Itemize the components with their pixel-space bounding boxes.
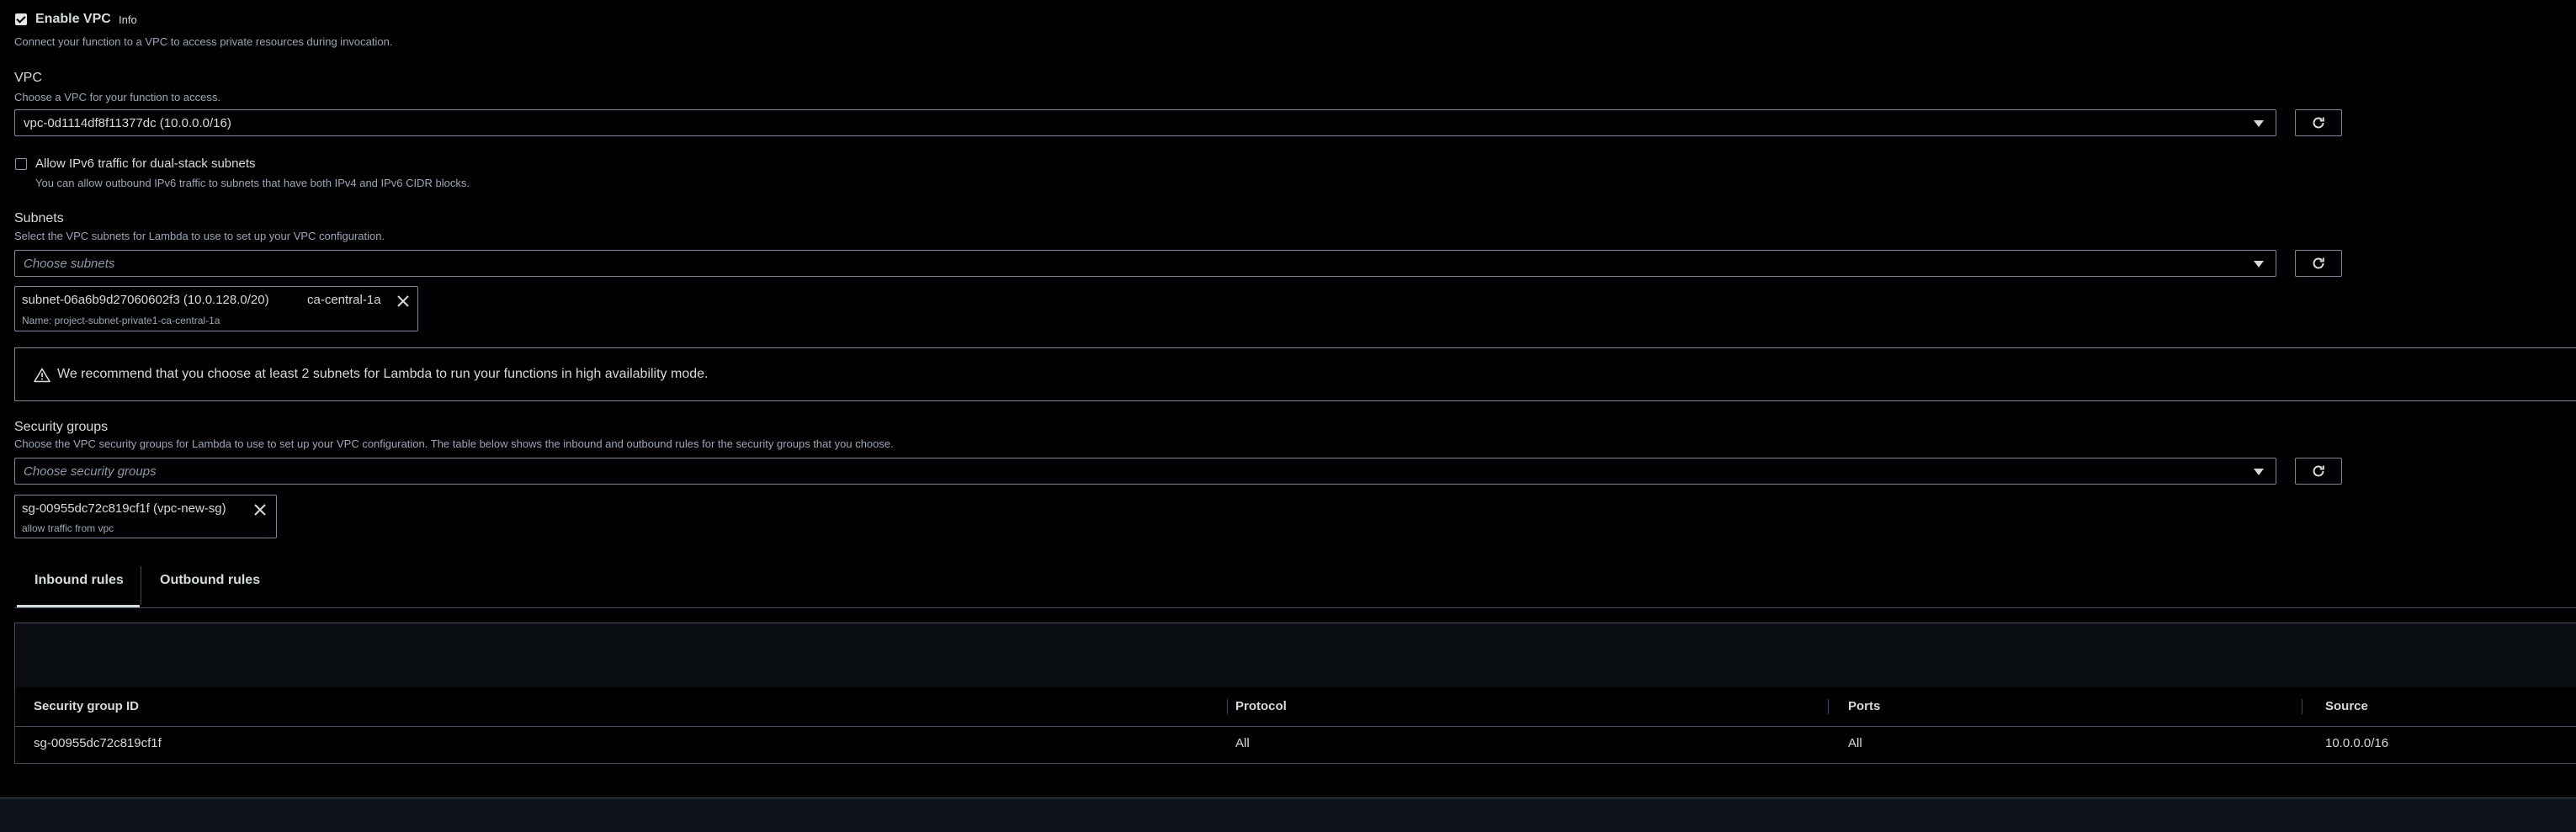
vpc-refresh-button[interactable] <box>2295 109 2342 136</box>
close-icon[interactable] <box>396 294 411 309</box>
tab-outbound-rules-label: Outbound rules <box>160 573 261 587</box>
column-header-ports[interactable]: Ports <box>1848 699 1880 713</box>
tab-inbound-rules-label: Inbound rules <box>35 573 124 587</box>
table-header-band <box>15 623 2576 687</box>
subnets-refresh-button[interactable] <box>2295 250 2342 277</box>
subnet-token-az: ca-central-1a <box>307 293 381 307</box>
subnet-token: subnet-06a6b9d27060602f3 (10.0.128.0/20)… <box>14 286 418 331</box>
refresh-icon <box>2313 257 2324 269</box>
security-groups-description: Choose the VPC security groups for Lambd… <box>14 437 894 450</box>
caret-down-icon <box>2254 469 2264 475</box>
alert-text: We recommend that you choose at least 2 … <box>57 367 709 381</box>
ipv6-checkbox[interactable] <box>15 158 27 170</box>
security-group-token: sg-00955dc72c819cf1f (vpc-new-sg) allow … <box>14 495 277 538</box>
cell-security-group-id: sg-00955dc72c819cf1f <box>34 736 162 750</box>
security-group-token-id: sg-00955dc72c819cf1f (vpc-new-sg) <box>22 501 226 516</box>
subnets-select[interactable]: Choose subnets <box>14 250 2276 277</box>
header-row-divider <box>15 726 2576 727</box>
subnet-token-id: subnet-06a6b9d27060602f3 (10.0.128.0/20) <box>22 293 269 307</box>
enable-vpc-checkbox[interactable] <box>15 13 27 25</box>
security-groups-placeholder: Choose security groups <box>24 464 157 479</box>
cell-protocol: All <box>1235 736 1250 750</box>
caret-down-icon <box>2254 120 2264 127</box>
subnet-token-name: Name: project-subnet-private1-ca-central… <box>22 315 220 326</box>
tabs-baseline <box>14 607 2576 608</box>
recommendation-alert: We recommend that you choose at least 2 … <box>14 347 2576 401</box>
caret-down-icon <box>2254 261 2264 268</box>
tab-outbound-rules[interactable]: Outbound rules <box>160 573 260 588</box>
security-groups-select[interactable]: Choose security groups <box>14 458 2276 485</box>
column-header-protocol[interactable]: Protocol <box>1235 699 1287 713</box>
cell-ports: All <box>1848 736 1862 750</box>
tab-inbound-rules[interactable]: Inbound rules <box>35 573 124 588</box>
vpc-select[interactable]: vpc-0d1114df8f11377dc (10.0.0.0/16) <box>14 109 2276 136</box>
column-header-source[interactable]: Source <box>2325 699 2368 713</box>
vpc-select-value: vpc-0d1114df8f11377dc (10.0.0.0/16) <box>24 116 231 130</box>
refresh-icon <box>2313 465 2324 477</box>
warning-icon <box>34 368 50 383</box>
cell-source: 10.0.0.0/16 <box>2325 736 2389 750</box>
enable-vpc-label: Enable VPC <box>35 12 111 26</box>
subnets-label: Subnets <box>14 211 64 225</box>
column-separator <box>1227 699 1228 714</box>
vpc-description: Choose a VPC for your function to access… <box>14 91 220 103</box>
subnets-placeholder: Choose subnets <box>24 257 115 271</box>
column-separator <box>1828 699 1829 714</box>
rules-table: Security group ID Protocol Ports Source … <box>14 623 2576 764</box>
footer-band <box>0 798 2576 832</box>
security-groups-label: Security groups <box>14 420 109 434</box>
column-header-security-group-id[interactable]: Security group ID <box>34 699 139 713</box>
vpc-label: VPC <box>14 71 42 85</box>
info-link[interactable]: Info <box>119 13 137 26</box>
refresh-icon <box>2313 117 2324 129</box>
ipv6-description: You can allow outbound IPv6 traffic to s… <box>35 177 470 189</box>
enable-vpc-description: Connect your function to a VPC to access… <box>14 35 393 48</box>
ipv6-label: Allow IPv6 traffic for dual-stack subnet… <box>35 156 256 171</box>
subnets-description: Select the VPC subnets for Lambda to use… <box>14 230 385 242</box>
security-group-token-desc: allow traffic from vpc <box>22 522 114 534</box>
security-groups-refresh-button[interactable] <box>2295 458 2342 485</box>
close-icon[interactable] <box>252 502 268 517</box>
